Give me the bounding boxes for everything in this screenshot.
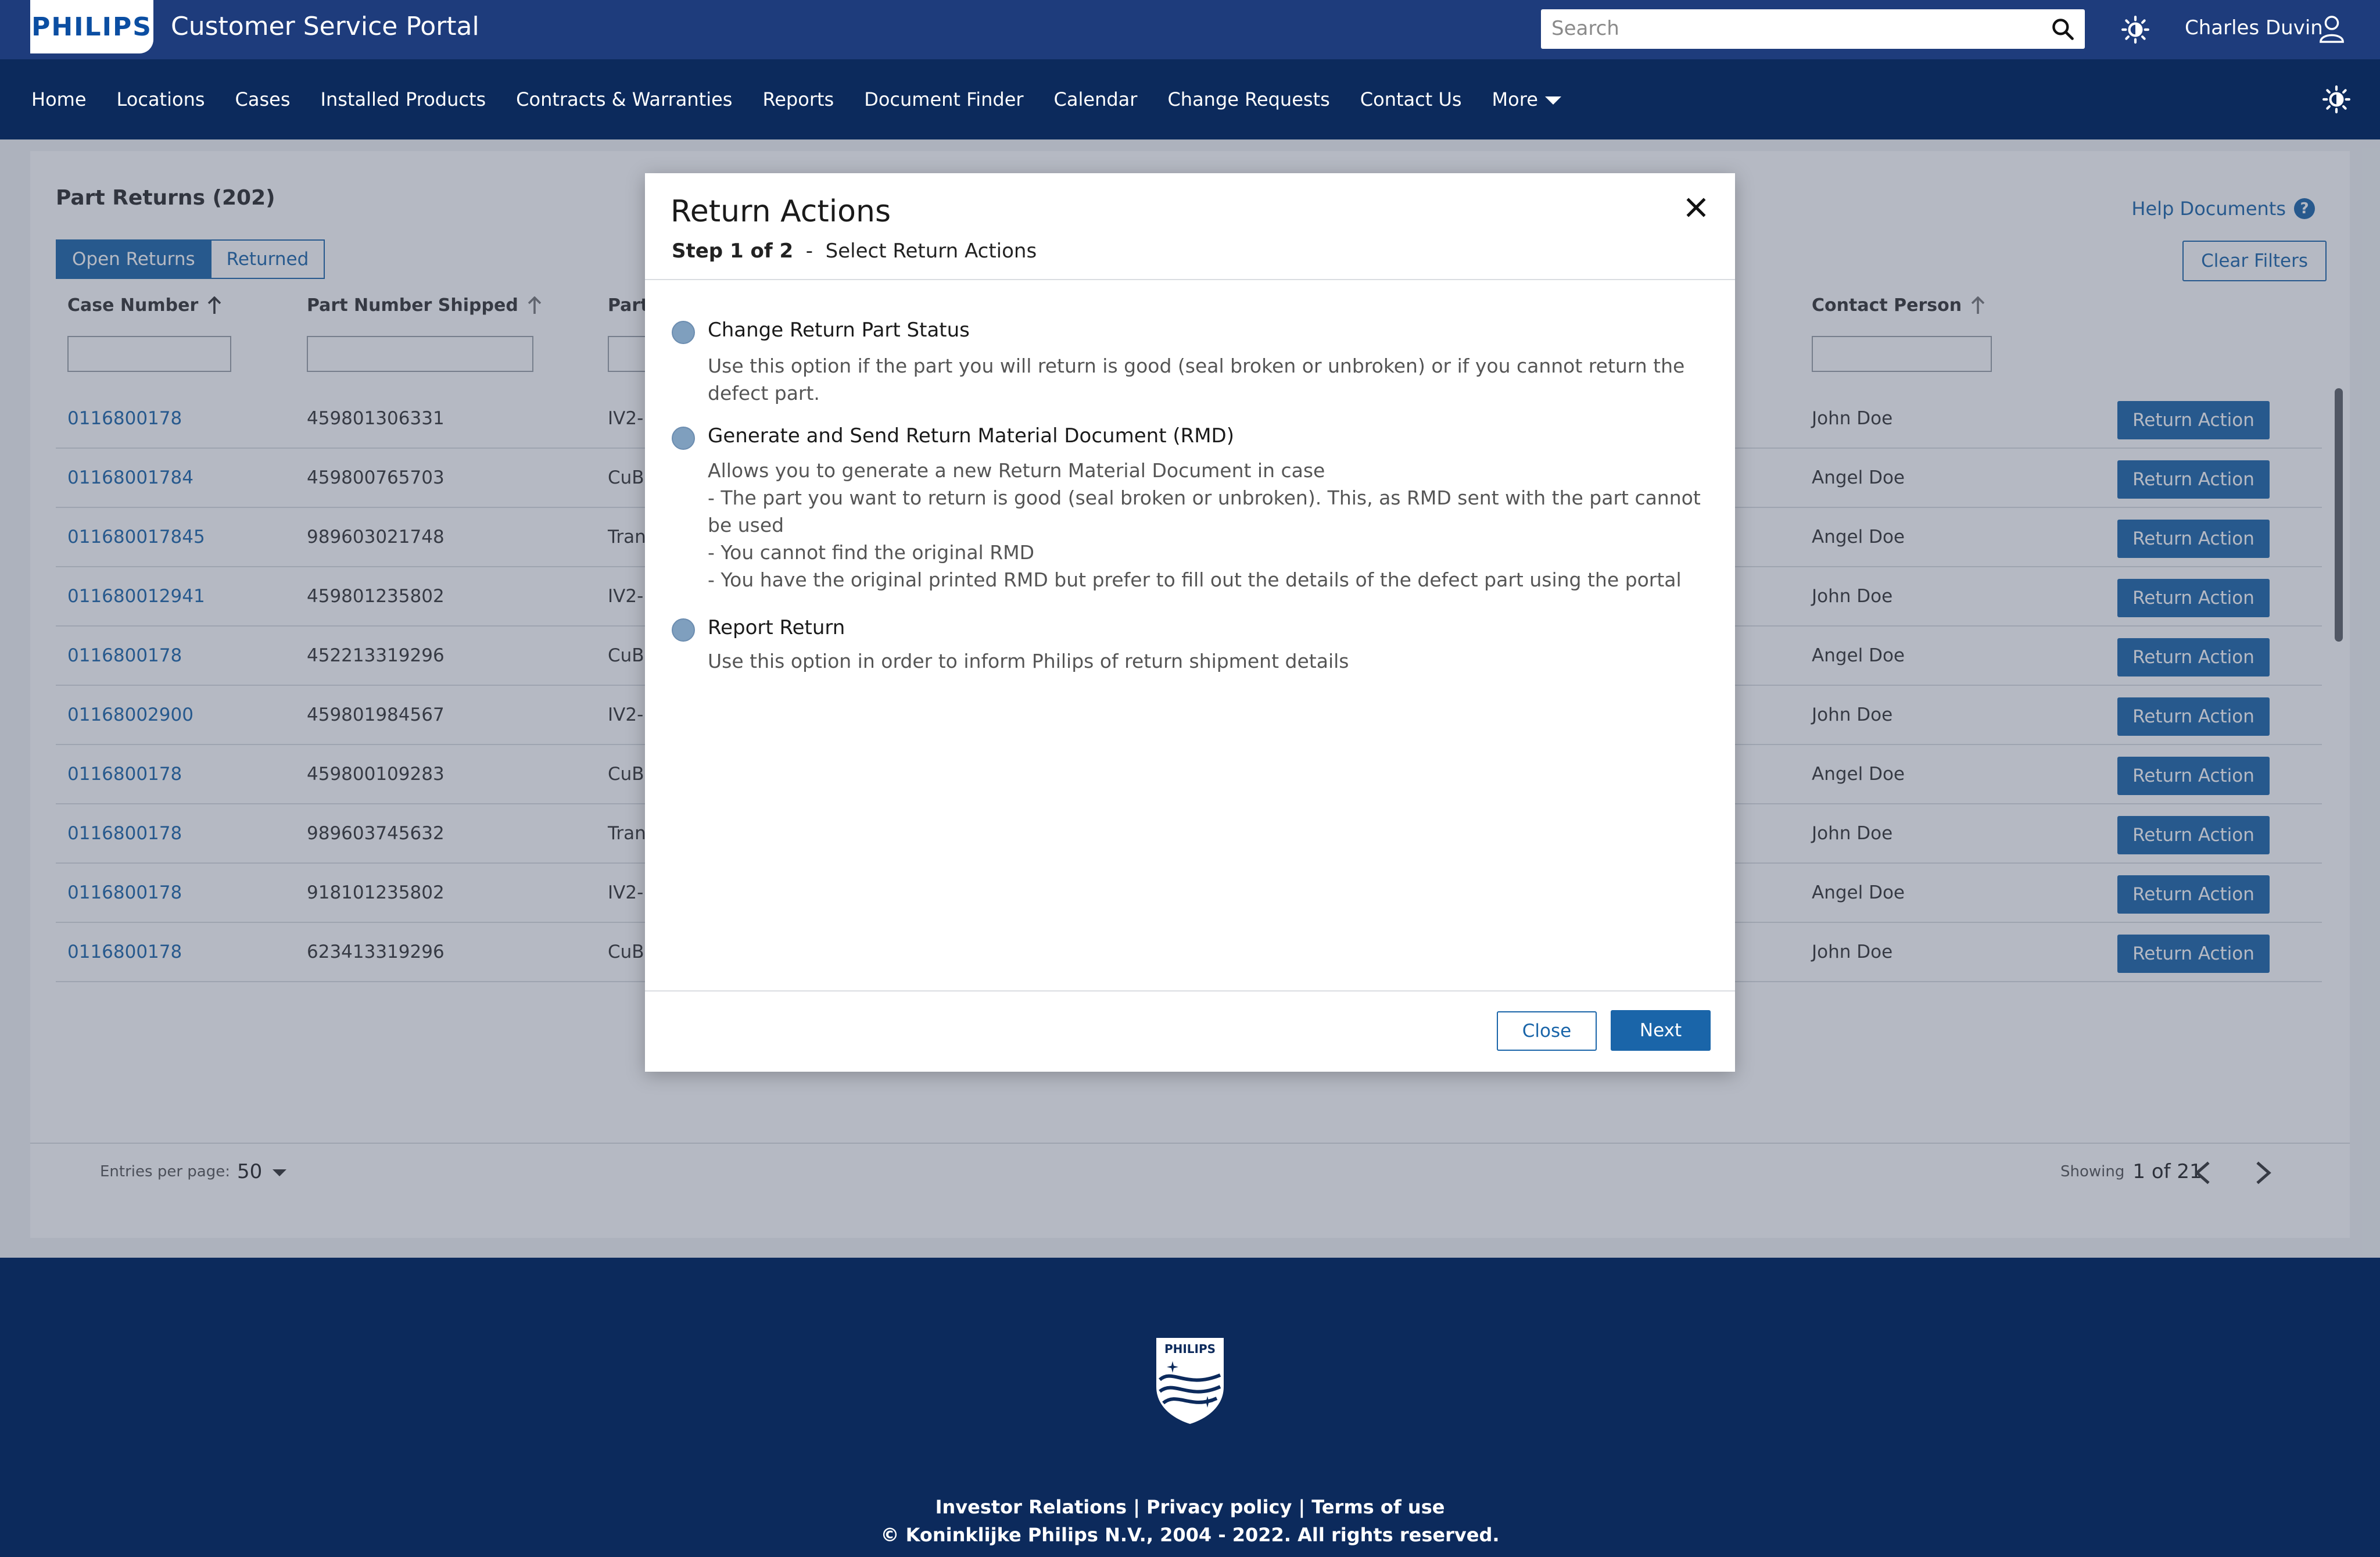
user-icon[interactable] [2318,14,2345,43]
step-text: Select Return Actions [825,239,1037,263]
radio-button[interactable] [672,618,695,642]
option-description: Use this option if the part you will ret… [708,352,1707,407]
search-input[interactable] [1541,9,2041,48]
option-description-line: Use this option in order to inform Phili… [708,650,1349,672]
nav-locations[interactable]: Locations [117,88,205,110]
option-description-line: - You cannot find the original RMD [708,541,1035,564]
return-actions-modal: Return Actions Step 1 of 2 - Select Retu… [645,173,1735,1072]
option-title: Generate and Send Return Material Docume… [708,424,1234,448]
step-separator: - [805,239,813,263]
user-name[interactable]: Charles Duvin [2185,16,2323,40]
nav-change-requests[interactable]: Change Requests [1167,88,1329,110]
nav-list: Home Locations Cases Installed Products … [31,88,1592,110]
option-description-line: be used [708,514,784,536]
radio-button[interactable] [672,321,695,344]
close-button[interactable]: Close [1497,1011,1597,1051]
close-icon[interactable] [1684,195,1708,220]
footer-copyright: © Koninklijke Philips N.V., 2004 - 2022.… [880,1524,1500,1546]
option-description-line: defect part. [708,382,820,405]
logo-text: PHILIPS [31,12,152,42]
footer-links[interactable]: Investor Relations | Privacy policy | Te… [0,1496,2380,1518]
divider [645,990,1735,992]
option-description-line: Allows you to generate a new Return Mate… [708,459,1325,482]
nav-more-label: More [1492,88,1538,110]
option-description: Use this option in order to inform Phili… [708,647,1707,675]
nav-calendar[interactable]: Calendar [1054,88,1138,110]
main-nav: Home Locations Cases Installed Products … [0,59,2380,139]
footer: PHILIPS Investor Relations | Privacy pol… [0,1258,2380,1557]
chevron-down-icon [1544,96,1561,105]
nav-document-finder[interactable]: Document Finder [864,88,1023,110]
nav-contracts-warranties[interactable]: Contracts & Warranties [516,88,732,110]
shield-logo-text: PHILIPS [1164,1342,1216,1356]
nav-installed-products[interactable]: Installed Products [321,88,486,110]
radio-button[interactable] [672,427,695,450]
modal-step: Step 1 of 2 - Select Return Actions [672,239,1037,263]
nav-more[interactable]: More [1492,88,1561,110]
nav-cases[interactable]: Cases [235,88,291,110]
nav-contact-us[interactable]: Contact Us [1360,88,1462,110]
step-label: Step 1 of 2 [672,239,794,263]
divider [645,279,1735,280]
next-button[interactable]: Next [1611,1010,1711,1051]
option-description-line: Use this option if the part you will ret… [708,355,1685,377]
philips-shield-logo: PHILIPS [1156,1338,1224,1424]
option-description: Allows you to generate a new Return Mate… [708,457,1707,593]
modal-title: Return Actions [671,194,891,229]
nav-reports[interactable]: Reports [762,88,834,110]
option-title: Report Return [708,616,845,639]
top-bar: PHILIPS Customer Service Portal Charles … [0,0,2380,59]
search-box [1541,9,2085,49]
search-icon[interactable] [2050,16,2076,42]
theme-toggle-icon[interactable] [2322,85,2351,114]
philips-logo[interactable]: PHILIPS [30,0,153,53]
brightness-icon[interactable] [2121,15,2150,44]
option-description-line: - The part you want to return is good (s… [708,486,1701,509]
nav-home[interactable]: Home [31,88,87,110]
portal-title: Customer Service Portal [171,12,479,41]
option-title: Change Return Part Status [708,318,970,342]
option-description-line: - You have the original printed RMD but … [708,568,1682,591]
